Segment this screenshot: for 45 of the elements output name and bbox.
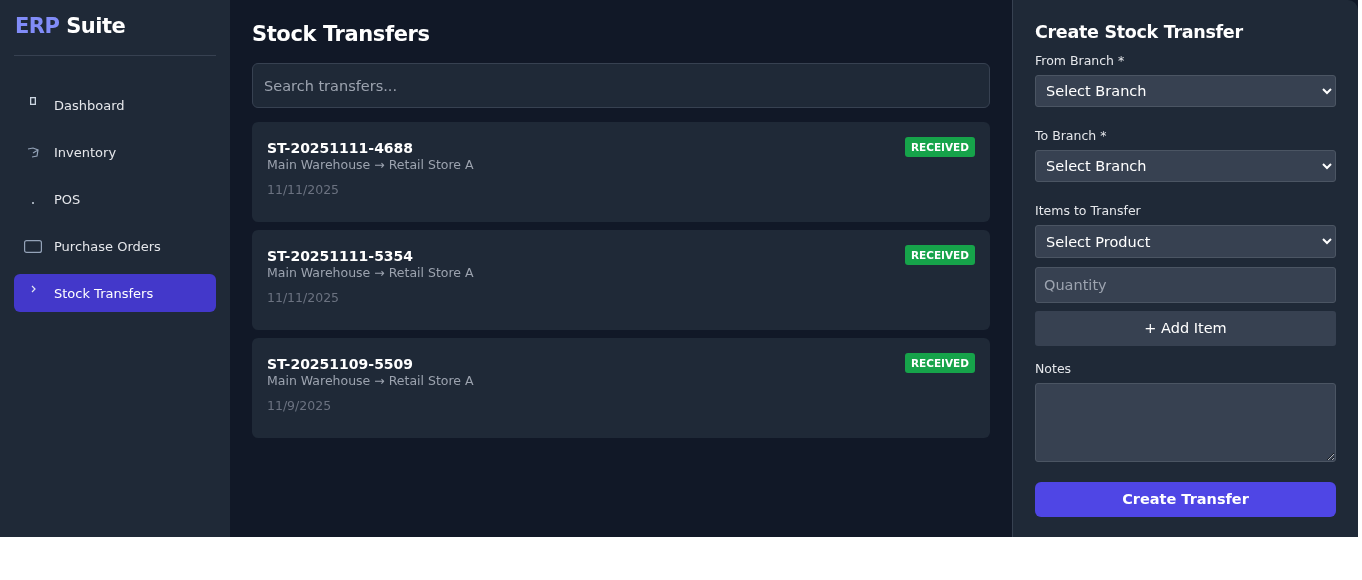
select-field[interactable]: Select Product bbox=[1035, 225, 1336, 258]
nav-item[interactable]: Dashboard bbox=[14, 86, 216, 124]
page-title: Stock Transfers bbox=[252, 21, 431, 48]
field-label: Items to Transfer bbox=[1035, 203, 1142, 220]
chevron-icon bbox=[30, 285, 36, 293]
status-badge: RECEIVED bbox=[904, 245, 975, 265]
box-outline-icon bbox=[27, 146, 39, 158]
notes-field[interactable] bbox=[1035, 382, 1336, 462]
field-label: Notes bbox=[1035, 360, 1073, 377]
transfer-date: 11/9/2025 bbox=[267, 398, 333, 413]
transfer-date: 11/11/2025 bbox=[267, 182, 341, 197]
form-title: Create Stock Transfer bbox=[1035, 21, 1244, 44]
nav-item[interactable]: Purchase Orders bbox=[14, 227, 216, 265]
logo-text: Suite bbox=[66, 14, 126, 38]
status-badge: RECEIVED bbox=[904, 353, 975, 373]
nav-item[interactable]: POS bbox=[14, 180, 216, 218]
nav-label: Purchase Orders bbox=[54, 238, 161, 254]
search-field[interactable]: Search transfers... bbox=[252, 63, 990, 108]
square-icon bbox=[30, 97, 36, 105]
transfer-card[interactable]: ST-20251111-5354 RECEIVED Main Warehouse → Retail Store A 11/11/2025 bbox=[252, 230, 990, 330]
create-transfer-button[interactable]: Create Transfer bbox=[1035, 481, 1336, 517]
quantity-field[interactable]: Quantity bbox=[1035, 266, 1336, 303]
transfer-id: ST-20251109-5509 bbox=[267, 355, 414, 373]
transfer-card[interactable]: ST-20251111-4688 RECEIVED Main Warehouse → Retail Store A 11/11/2025 bbox=[252, 122, 990, 222]
field-label: To Branch * bbox=[1035, 128, 1108, 145]
transfer-id: ST-20251111-5354 bbox=[267, 247, 414, 265]
nav-label: Stock Transfers bbox=[54, 285, 154, 301]
field-label: From Branch * bbox=[1035, 53, 1126, 69]
transfer-route: Main Warehouse → Retail Store A bbox=[267, 157, 475, 173]
status-badge: RECEIVED bbox=[904, 137, 975, 157]
transfer-card[interactable]: ST-20251109-5509 RECEIVED Main Warehouse → Retail Store A 11/9/2025 bbox=[252, 338, 990, 438]
nav-item[interactable]: Inventory bbox=[14, 133, 216, 171]
transfer-route: Main Warehouse → Retail Store A bbox=[267, 265, 475, 281]
nav-label: Inventory bbox=[54, 144, 117, 160]
select-field[interactable]: Select Branch bbox=[1035, 75, 1336, 108]
add-item-button[interactable]: + Add Item bbox=[1035, 310, 1336, 346]
select-field[interactable]: Select Branch bbox=[1035, 150, 1336, 183]
nav-label: POS bbox=[54, 191, 81, 207]
rectangle-icon bbox=[24, 239, 42, 253]
nav-item[interactable]: Stock Transfers bbox=[14, 274, 216, 312]
logo-accent: ERP bbox=[15, 14, 60, 38]
nav-label: Dashboard bbox=[54, 97, 125, 113]
transfer-id: ST-20251111-4688 bbox=[267, 139, 414, 157]
transfer-date: 11/11/2025 bbox=[267, 290, 341, 305]
transfer-route: Main Warehouse → Retail Store A bbox=[267, 373, 475, 389]
